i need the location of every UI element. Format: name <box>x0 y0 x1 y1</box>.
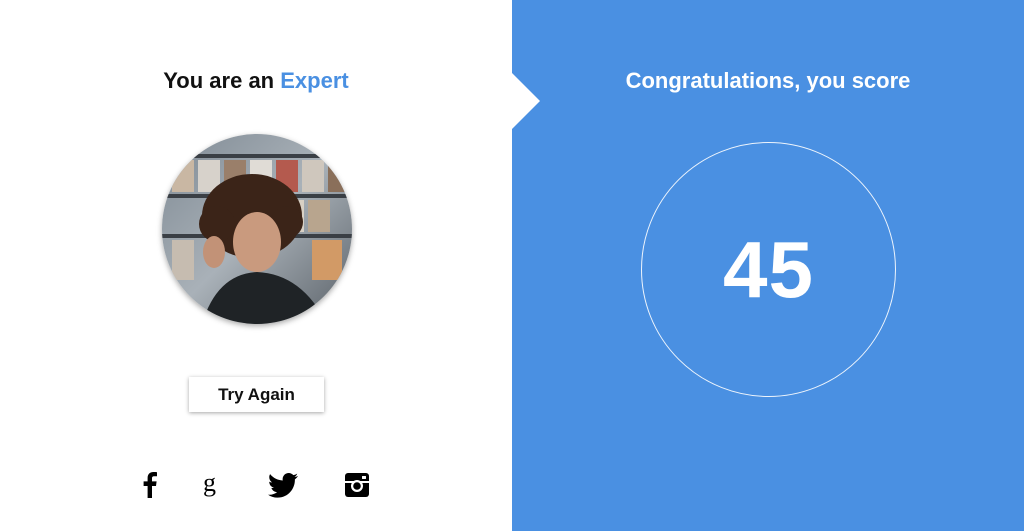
result-prefix: You are an <box>163 68 275 93</box>
instagram-icon[interactable] <box>343 470 371 500</box>
twitter-icon[interactable] <box>266 470 300 500</box>
result-level: Expert <box>280 68 349 93</box>
result-title: You are an Expert <box>0 68 512 94</box>
avatar <box>162 134 352 324</box>
facebook-icon[interactable] <box>138 470 162 500</box>
score-value: 45 <box>723 224 814 314</box>
avatar-photo-icon <box>162 134 352 324</box>
svg-text:g: g <box>203 471 216 497</box>
score-heading: Congratulations, you score <box>625 68 911 93</box>
try-again-button[interactable]: Try Again <box>189 377 324 412</box>
google-icon[interactable]: g <box>198 470 224 500</box>
score-ring: 45 <box>641 142 896 397</box>
